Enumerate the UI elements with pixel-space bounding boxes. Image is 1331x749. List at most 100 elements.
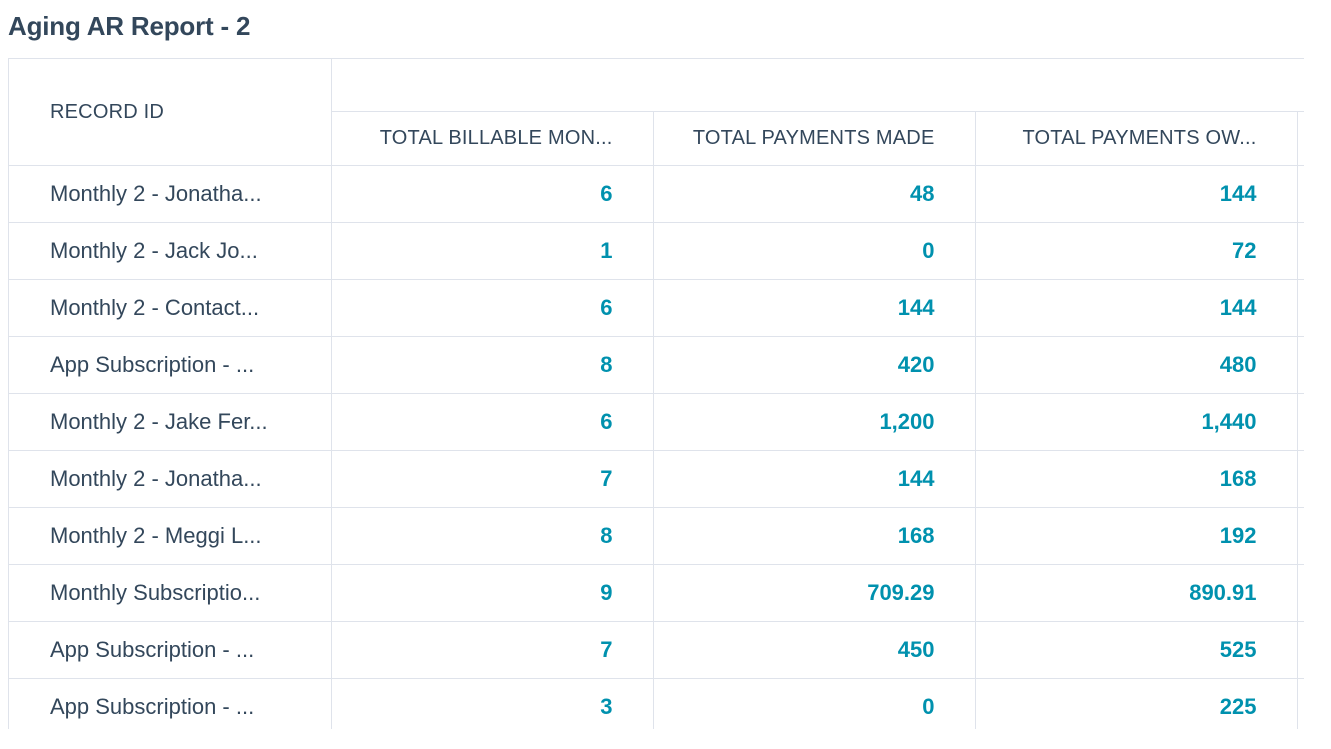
total-payments-made-value[interactable]: 450 <box>898 637 935 662</box>
record-id-link[interactable]: App Subscription - ... <box>50 694 291 720</box>
total-billable-months-value[interactable]: 7 <box>600 637 612 662</box>
total-payments-owed-value[interactable]: 480 <box>1220 352 1257 377</box>
total-payments-made-cell[interactable]: 1,200 <box>653 393 976 451</box>
total-payments-made-cell[interactable]: 144 <box>653 450 976 508</box>
total-payments-owed-value[interactable]: 1,440 <box>1201 409 1256 434</box>
total-billable-months-value[interactable]: 3 <box>600 694 612 719</box>
total-billable-months-cell[interactable]: 8 <box>331 507 654 565</box>
total-billable-months-cell[interactable]: 6 <box>331 279 654 337</box>
total-payments-made-cell[interactable]: 0 <box>653 678 976 729</box>
total-payments-owed-value[interactable]: 225 <box>1220 694 1257 719</box>
total-payments-made-cell[interactable]: 168 <box>653 507 976 565</box>
record-id-cell[interactable]: Monthly 2 - Jake Fer... <box>9 393 332 451</box>
total-payments-made-cell[interactable]: 144 <box>653 279 976 337</box>
total-payments-owed-cell[interactable]: 144 <box>975 279 1298 337</box>
total-billable-months-value[interactable]: 1 <box>600 238 612 263</box>
table-row: Monthly 2 - Contact... 6 144 144 <box>9 279 1304 337</box>
total-payments-made-cell[interactable]: 420 <box>653 336 976 394</box>
total-payments-made-value[interactable]: 0 <box>922 694 934 719</box>
total-billable-months-cell[interactable]: 6 <box>331 393 654 451</box>
total-payments-owed-value[interactable]: 192 <box>1220 523 1257 548</box>
record-id-link[interactable]: Monthly 2 - Jack Jo... <box>50 238 291 264</box>
table-row: Monthly 2 - Meggi L... 8 168 192 <box>9 507 1304 565</box>
total-payments-owed-value[interactable]: 144 <box>1220 181 1257 206</box>
overflow-cell <box>1297 279 1304 337</box>
table-row: App Subscription - ... 7 450 525 <box>9 621 1304 679</box>
total-billable-months-value[interactable]: 8 <box>600 523 612 548</box>
total-payments-owed-cell[interactable]: 890.91 <box>975 564 1298 622</box>
record-id-link[interactable]: App Subscription - ... <box>50 352 291 378</box>
table-header: RECORD ID TOTAL BILLABLE MON... TOTAL PA… <box>9 59 1304 166</box>
overflow-cell <box>1297 564 1304 622</box>
total-payments-made-value[interactable]: 1,200 <box>879 409 934 434</box>
record-id-link[interactable]: Monthly 2 - Meggi L... <box>50 523 291 549</box>
table-row: Monthly Subscriptio... 9 709.29 890.91 <box>9 564 1304 622</box>
total-billable-months-cell[interactable]: 6 <box>331 165 654 223</box>
record-id-link[interactable]: Monthly 2 - Jake Fer... <box>50 409 291 435</box>
total-billable-months-cell[interactable]: 7 <box>331 621 654 679</box>
total-payments-owed-cell[interactable]: 225 <box>975 678 1298 729</box>
record-id-cell[interactable]: App Subscription - ... <box>9 678 332 729</box>
total-payments-owed-header-label: TOTAL PAYMENTS OW... <box>1022 127 1257 149</box>
total-payments-owed-cell[interactable]: 525 <box>975 621 1298 679</box>
total-payments-owed-value[interactable]: 890.91 <box>1189 580 1256 605</box>
total-billable-months-value[interactable]: 9 <box>600 580 612 605</box>
total-billable-months-value[interactable]: 6 <box>600 181 612 206</box>
record-id-cell[interactable]: Monthly 2 - Contact... <box>9 279 332 337</box>
record-id-cell[interactable]: Monthly 2 - Jonatha... <box>9 450 332 508</box>
record-id-link[interactable]: Monthly Subscriptio... <box>50 580 291 606</box>
record-id-cell[interactable]: App Subscription - ... <box>9 336 332 394</box>
total-billable-months-cell[interactable]: 9 <box>331 564 654 622</box>
record-id-cell[interactable]: Monthly 2 - Jack Jo... <box>9 222 332 280</box>
record-id-link[interactable]: App Subscription - ... <box>50 637 291 663</box>
table-row: Monthly 2 - Jack Jo... 1 0 72 <box>9 222 1304 280</box>
total-payments-owed-cell[interactable]: 72 <box>975 222 1298 280</box>
record-id-cell[interactable]: App Subscription - ... <box>9 621 332 679</box>
total-payments-made-value[interactable]: 0 <box>922 238 934 263</box>
column-header-record-id[interactable]: RECORD ID <box>9 59 332 166</box>
total-billable-months-value[interactable]: 6 <box>600 295 612 320</box>
total-payments-owed-value[interactable]: 72 <box>1232 238 1256 263</box>
column-group-header <box>331 59 1304 112</box>
total-payments-made-cell[interactable]: 48 <box>653 165 976 223</box>
record-id-link[interactable]: Monthly 2 - Jonatha... <box>50 466 291 492</box>
record-id-link[interactable]: Monthly 2 - Jonatha... <box>50 181 291 207</box>
total-payments-owed-cell[interactable]: 144 <box>975 165 1298 223</box>
overflow-cell <box>1297 165 1304 223</box>
total-payments-made-value[interactable]: 144 <box>898 466 935 491</box>
total-billable-months-value[interactable]: 8 <box>600 352 612 377</box>
column-header-total-billable-months[interactable]: TOTAL BILLABLE MON... <box>331 111 654 166</box>
total-payments-owed-cell[interactable]: 1,440 <box>975 393 1298 451</box>
total-payments-owed-cell[interactable]: 192 <box>975 507 1298 565</box>
total-payments-owed-value[interactable]: 525 <box>1220 637 1257 662</box>
overflow-cell <box>1297 621 1304 679</box>
total-billable-months-value[interactable]: 7 <box>600 466 612 491</box>
total-payments-made-value[interactable]: 168 <box>898 523 935 548</box>
column-header-total-payments-made[interactable]: TOTAL PAYMENTS MADE <box>653 111 976 166</box>
total-payments-owed-cell[interactable]: 168 <box>975 450 1298 508</box>
record-id-cell[interactable]: Monthly 2 - Meggi L... <box>9 507 332 565</box>
total-payments-made-value[interactable]: 144 <box>898 295 935 320</box>
total-payments-owed-value[interactable]: 144 <box>1220 295 1257 320</box>
record-id-cell[interactable]: Monthly 2 - Jonatha... <box>9 165 332 223</box>
total-payments-owed-cell[interactable]: 480 <box>975 336 1298 394</box>
total-billable-months-value[interactable]: 6 <box>600 409 612 434</box>
table-row: Monthly 2 - Jake Fer... 6 1,200 1,440 <box>9 393 1304 451</box>
total-billable-months-cell[interactable]: 1 <box>331 222 654 280</box>
total-payments-made-cell[interactable]: 709.29 <box>653 564 976 622</box>
table-row: App Subscription - ... 3 0 225 <box>9 678 1304 729</box>
total-payments-made-value[interactable]: 420 <box>898 352 935 377</box>
total-billable-months-cell[interactable]: 8 <box>331 336 654 394</box>
record-id-link[interactable]: Monthly 2 - Contact... <box>50 295 291 321</box>
total-payments-made-cell[interactable]: 0 <box>653 222 976 280</box>
total-payments-made-value[interactable]: 709.29 <box>867 580 934 605</box>
total-payments-made-cell[interactable]: 450 <box>653 621 976 679</box>
overflow-cell <box>1297 507 1304 565</box>
record-id-cell[interactable]: Monthly Subscriptio... <box>9 564 332 622</box>
total-payments-made-value[interactable]: 48 <box>910 181 934 206</box>
total-billable-months-header-label: TOTAL BILLABLE MON... <box>379 127 613 149</box>
column-header-total-payments-owed[interactable]: TOTAL PAYMENTS OW... <box>975 111 1298 166</box>
total-billable-months-cell[interactable]: 3 <box>331 678 654 729</box>
total-billable-months-cell[interactable]: 7 <box>331 450 654 508</box>
total-payments-owed-value[interactable]: 168 <box>1220 466 1257 491</box>
